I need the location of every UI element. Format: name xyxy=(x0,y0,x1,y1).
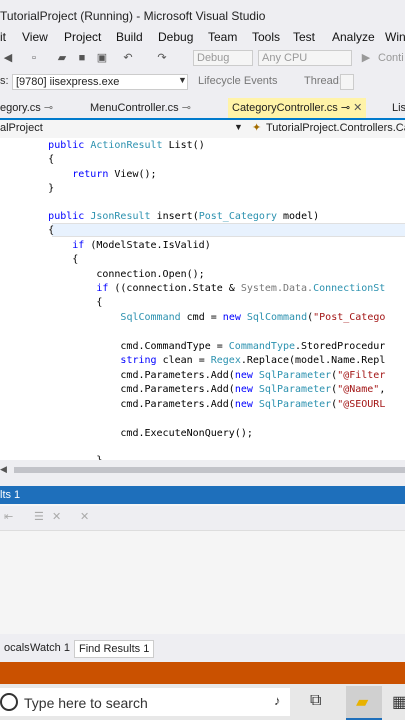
status-bar xyxy=(0,662,405,684)
close-icon[interactable]: ✕ xyxy=(353,102,362,114)
tab-egory[interactable]: egory.cs ⊸ xyxy=(0,98,53,118)
menu-item[interactable]: Team xyxy=(208,30,237,44)
code-line: cmd.Parameters.Add(new SqlParameter("@SE… xyxy=(0,399,386,410)
save-all-icon[interactable]: ▣ xyxy=(96,52,108,64)
platform-select[interactable]: Any CPU xyxy=(258,50,352,66)
new-file-icon[interactable]: ▫ xyxy=(28,52,40,64)
code-line: public ActionResult List() xyxy=(48,140,205,151)
document-tabs: egory.cs ⊸ MenuController.cs ⊸ CategoryC… xyxy=(0,98,405,120)
tab-label: MenuController.cs xyxy=(90,102,179,114)
code-line: return View(); xyxy=(72,169,157,180)
file-explorer-button[interactable]: ▰ xyxy=(346,686,382,720)
code-line: cmd.Parameters.Add(new SqlParameter("@Fi… xyxy=(0,370,386,381)
navigation-bar: alProject ▼ ✦ TutorialProject.Controller… xyxy=(0,120,405,139)
tab-label: CategoryController.cs xyxy=(232,102,338,114)
menu-bar: it View Project Build Debug Team Tools T… xyxy=(0,30,405,46)
code-line: { xyxy=(0,154,55,165)
process-label: s: xyxy=(0,75,9,87)
stop-icon[interactable]: ✕ xyxy=(80,510,89,523)
tab-label: Lis xyxy=(392,102,405,114)
window-title: TutorialProject (Running) - Microsoft Vi… xyxy=(0,9,266,23)
menu-item[interactable]: Tools xyxy=(252,30,280,44)
clear-icon[interactable]: ✕ xyxy=(52,510,61,523)
code-line: cmd.ExecuteNonQuery(); xyxy=(0,428,253,439)
taskbar-search-box[interactable]: Type here to search ♪ xyxy=(0,688,290,716)
tab-find-results-1[interactable]: Find Results 1 xyxy=(74,640,155,658)
menu-item[interactable]: Test xyxy=(293,30,315,44)
go-to-location-icon[interactable]: ⇤ xyxy=(4,510,13,523)
microphone-icon[interactable]: ♪ xyxy=(274,693,281,708)
task-view-icon[interactable]: ⧉ xyxy=(310,692,321,710)
menu-item[interactable]: Win xyxy=(385,30,405,44)
save-icon[interactable]: ■ xyxy=(76,52,88,64)
thread-select[interactable] xyxy=(340,74,354,90)
thread-label: Thread: xyxy=(304,75,342,87)
lifecycle-events-button[interactable]: Lifecycle Events xyxy=(198,75,277,87)
code-line: string clean = Regex.Replace(model.Name.… xyxy=(120,355,386,366)
code-line: } xyxy=(0,183,55,194)
code-line: { xyxy=(0,297,103,308)
code-line: cmd.CommandType = CommandType.StoredProc… xyxy=(0,341,386,352)
current-line-highlight xyxy=(52,223,405,237)
horizontal-scrollbar[interactable]: ◀ xyxy=(0,462,405,478)
tab-label: egory.cs xyxy=(0,102,41,114)
debug-toolbar: s: [9780] iisexpress.exe ▼ Lifecycle Eve… xyxy=(0,72,405,92)
undo-icon[interactable]: ↶ xyxy=(122,52,134,64)
folder-icon: ▰ xyxy=(356,694,369,711)
bottom-tab-strip: ocals Watch 1 Find Results 1 xyxy=(0,638,405,658)
continue-icon[interactable]: ▶ xyxy=(360,52,372,64)
app-icon[interactable]: ▦ xyxy=(392,692,405,712)
code-line: } xyxy=(0,454,102,460)
back-icon[interactable]: ◀ xyxy=(2,52,14,64)
pin-icon[interactable]: ⊸ xyxy=(341,102,350,114)
open-folder-icon[interactable]: ▰ xyxy=(56,52,68,64)
project-dropdown[interactable]: alProject xyxy=(0,122,43,134)
panel-title-bar: lts 1 xyxy=(0,486,405,504)
code-line: if ((connection.State & System.Data.Conn… xyxy=(96,283,386,294)
tab-menucontroller[interactable]: MenuController.cs ⊸ xyxy=(90,98,191,118)
code-line: if (ModelState.IsValid) xyxy=(72,240,211,251)
code-line: SqlCommand cmd = new SqlCommand("Post_Ca… xyxy=(120,312,386,323)
title-bar: TutorialProject (Running) - Microsoft Vi… xyxy=(0,0,405,30)
panel-title: lts 1 xyxy=(0,489,21,501)
cortana-icon[interactable] xyxy=(0,693,18,711)
tab-list[interactable]: Lis xyxy=(392,98,405,118)
class-icon: ✦ xyxy=(252,122,262,134)
standard-toolbar: ◀ ▫ ▰ ■ ▣ ↶ ↷ Debug Any CPU ▶ Conti xyxy=(0,48,405,70)
menu-item[interactable]: Build xyxy=(116,30,143,44)
menu-item[interactable]: Analyze xyxy=(332,30,375,44)
tab-watch-1[interactable]: Watch 1 xyxy=(26,640,74,656)
code-line: { xyxy=(0,225,55,236)
code-line: cmd.Parameters.Add(new SqlParameter("@Na… xyxy=(0,384,386,395)
code-line: connection.Open(); xyxy=(0,269,205,280)
redo-icon[interactable]: ↷ xyxy=(156,52,168,64)
code-line: public JsonResult insert(Post_Category m… xyxy=(48,211,320,222)
continue-label[interactable]: Conti xyxy=(378,52,404,64)
code-editor[interactable]: public ActionResult List() { return View… xyxy=(0,138,405,460)
type-dropdown[interactable]: TutorialProject.Controllers.Ca xyxy=(266,122,405,134)
chevron-down-icon[interactable]: ▼ xyxy=(234,122,243,132)
panel-toolbar: ⇤ ☰ ✕ ✕ xyxy=(0,506,405,531)
tab-categorycontroller[interactable]: CategoryController.cs ⊸ ✕ xyxy=(228,98,367,118)
menu-item[interactable]: it xyxy=(0,30,6,44)
configuration-select[interactable]: Debug xyxy=(193,50,253,66)
menu-item[interactable]: View xyxy=(22,30,48,44)
chevron-down-icon: ▼ xyxy=(178,75,187,85)
menu-item[interactable]: Debug xyxy=(158,30,193,44)
scroll-left-icon[interactable]: ◀ xyxy=(0,464,7,475)
taskbar: Type here to search ♪ ⧉ ▰ ▦ xyxy=(0,684,405,720)
search-placeholder[interactable]: Type here to search xyxy=(24,695,148,711)
menu-item[interactable]: Project xyxy=(64,30,101,44)
pin-icon[interactable]: ⊸ xyxy=(44,102,53,114)
process-select[interactable]: [9780] iisexpress.exe xyxy=(12,74,188,90)
scrollbar-thumb[interactable] xyxy=(14,467,405,473)
list-icon[interactable]: ☰ xyxy=(34,510,44,523)
code-line: { xyxy=(0,254,79,265)
pin-icon[interactable]: ⊸ xyxy=(182,102,191,114)
